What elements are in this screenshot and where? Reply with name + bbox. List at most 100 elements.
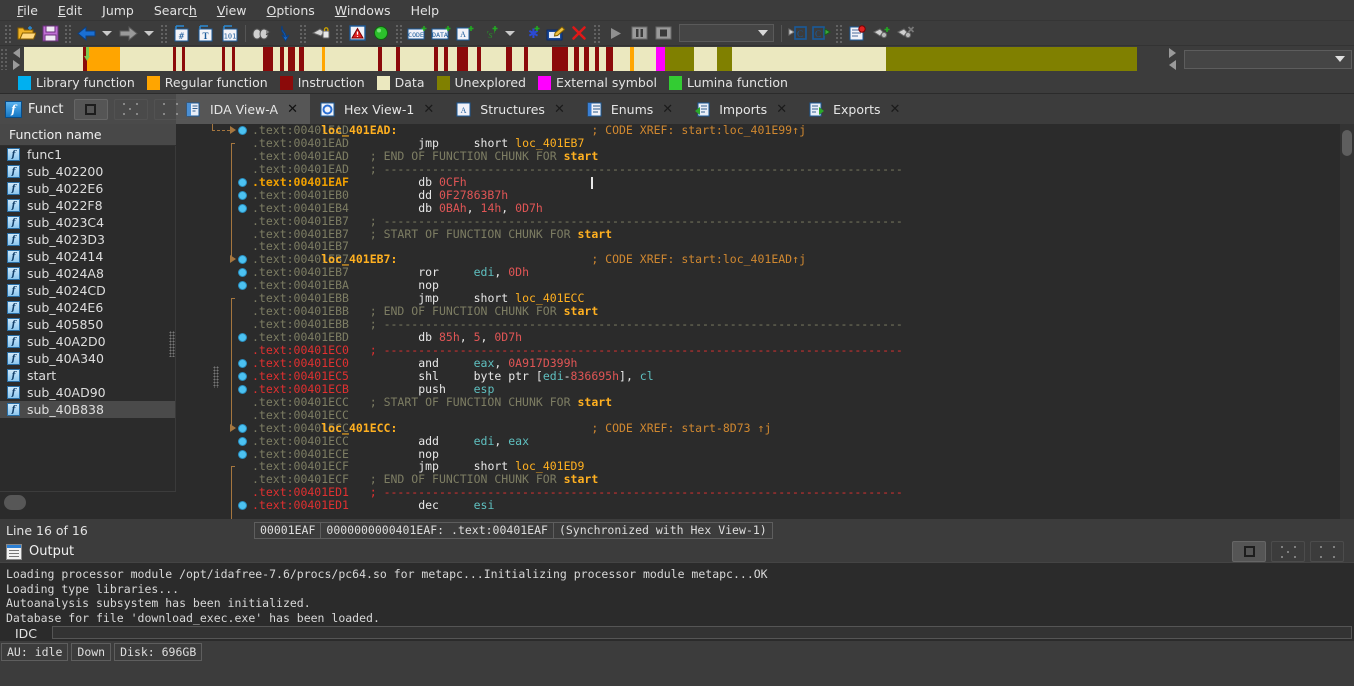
navigate-back-icon[interactable] — [74, 22, 98, 44]
disassembly-grip[interactable] — [213, 365, 219, 388]
breakpoint-marker-icon[interactable] — [238, 281, 247, 291]
green-ball-icon[interactable] — [369, 22, 393, 44]
function-list-item[interactable]: f sub_4022F8 — [0, 197, 175, 214]
navband-scroll-buttons[interactable] — [8, 47, 24, 71]
disassembly-line[interactable]: .text:00401ECC — [252, 408, 1354, 422]
output-panel-close-button[interactable] — [1310, 541, 1344, 562]
function-list-item[interactable]: f sub_40AD90 — [0, 384, 175, 401]
navigate-forward-icon[interactable] — [116, 22, 140, 44]
navigator-band[interactable] — [24, 47, 1164, 71]
disassembly-line[interactable]: .text:00401EAD loc_401EAD:; CODE XREF: st… — [252, 124, 1354, 137]
tab-exports[interactable]: Exports ✕ — [799, 94, 912, 124]
function-list-item[interactable]: f func1 — [0, 146, 175, 163]
make-struct-icon[interactable]: ✱ — [519, 22, 543, 44]
toolbar-grip-8[interactable] — [835, 23, 843, 43]
breakpoint-marker-icon[interactable] — [238, 449, 247, 459]
toolbar-grip-7[interactable] — [593, 23, 601, 43]
disassembly-line[interactable]: .text:00401EAD ; END OF FUNCTION CHUNK FO… — [252, 149, 1354, 163]
tab-imports[interactable]: Imports ✕ — [685, 94, 799, 124]
disassembly-line[interactable]: .text:00401EAD ; ------------------------… — [252, 162, 1354, 176]
function-list-item[interactable]: f sub_405850 — [0, 316, 175, 333]
breakpoint-marker-icon[interactable] — [238, 333, 247, 343]
edit-function-icon[interactable] — [543, 22, 567, 44]
disassembly-line[interactable]: .text:00401ECC ; START OF FUNCTION CHUNK … — [252, 395, 1354, 409]
function-list-item[interactable]: f start — [0, 367, 175, 384]
function-list-item[interactable]: f sub_4023D3 — [0, 231, 175, 248]
toolbar-grip-6[interactable] — [395, 23, 403, 43]
menu-item-windows[interactable]: Windows — [326, 1, 400, 20]
menu-item-search[interactable]: Search — [145, 1, 206, 20]
tab-structures[interactable]: A Structures ✕ — [446, 94, 577, 124]
tab-enums[interactable]: Enums ✕ — [577, 94, 685, 124]
disassembly-line[interactable]: .text:00401ECB push esp — [252, 382, 1354, 396]
breakpoint-marker-icon[interactable] — [238, 203, 247, 213]
scrollbar-thumb[interactable] — [1342, 130, 1352, 156]
save-icon[interactable] — [38, 22, 62, 44]
functions-panel-float-button[interactable] — [113, 98, 148, 120]
menu-item-options[interactable]: Options — [258, 1, 324, 20]
tab-close-icon[interactable]: ✕ — [287, 103, 298, 116]
open-file-icon[interactable] — [14, 22, 38, 44]
pause-icon[interactable] — [627, 22, 651, 44]
jump-to-name-icon[interactable]: T — [194, 22, 218, 44]
toolbar-grip-2[interactable] — [64, 23, 72, 43]
breakpoint-marker-icon[interactable] — [238, 255, 247, 265]
make-code-icon[interactable]: CODE — [405, 22, 429, 44]
function-list-item[interactable]: f sub_4024CD — [0, 282, 175, 299]
make-string-icon[interactable]: 's' — [477, 22, 501, 44]
disassembly-gutter[interactable] — [176, 124, 252, 519]
output-log[interactable]: Loading processor module /opt/idafree-7.… — [0, 562, 1354, 625]
tab-close-icon[interactable]: ✕ — [554, 103, 565, 116]
forward-history-dropdown-icon[interactable] — [144, 30, 154, 36]
tab-close-icon[interactable]: ✕ — [776, 103, 787, 116]
function-list-item[interactable]: f sub_40A2D0 — [0, 333, 175, 350]
disassembly-vertical-scrollbar[interactable] — [1340, 124, 1354, 519]
breakpoint-marker-icon[interactable] — [238, 177, 247, 187]
breakpoint-marker-icon[interactable] — [238, 190, 247, 200]
disassembly-line[interactable]: .text:00401EC5 shl byte ptr [edi -836695h],… — [252, 369, 1354, 383]
breakpoint-list-icon[interactable] — [845, 22, 869, 44]
navband-zoom-combo[interactable] — [1184, 49, 1352, 69]
disassembly-line[interactable]: .text:00401ED1 dec esi — [252, 499, 1354, 512]
disassembly-line[interactable]: .text:00401EB4 db 0BAh, 14h, 0D7h — [252, 201, 1354, 215]
disassembly-line[interactable]: .text:00401EB7; START OF FUNCTION CHUNK … — [252, 227, 1354, 241]
menu-item-file[interactable]: File — [8, 1, 47, 20]
tab-close-icon[interactable]: ✕ — [423, 103, 434, 116]
string-type-dropdown-icon[interactable] — [505, 30, 515, 36]
toolbar-grip-5[interactable] — [335, 23, 343, 43]
make-array-icon[interactable]: A — [453, 22, 477, 44]
play-icon[interactable] — [603, 22, 627, 44]
disassembly-line[interactable]: .text:00401EAF db 0CFh — [252, 175, 1354, 189]
functions-list[interactable]: f func1 f sub_402200 f sub_4022E6 f sub_4022F8 f… — [0, 146, 176, 491]
functions-hscrollbar[interactable] — [4, 495, 26, 510]
navband-scroll-left-icon[interactable] — [12, 48, 20, 58]
functions-column-header[interactable]: Function name — [0, 124, 176, 146]
function-list-item[interactable]: f sub_402414 — [0, 248, 175, 265]
tab-hex-view-1[interactable]: Hex View-1 ✕ — [310, 94, 446, 124]
breakpoint-marker-icon[interactable] — [238, 268, 247, 278]
tab-close-icon[interactable]: ✕ — [662, 103, 673, 116]
breakpoint-marker-icon[interactable] — [238, 423, 247, 433]
debugger-selector-combo[interactable] — [679, 24, 774, 42]
menu-item-view[interactable]: View — [208, 1, 256, 20]
disassembly-line[interactable]: .text:00401EC0 and eax, 0A917D399h — [252, 356, 1354, 370]
idc-input[interactable] — [52, 626, 1352, 639]
menu-item-jump[interactable]: Jump — [93, 1, 143, 20]
breakpoint-marker-icon[interactable] — [238, 358, 247, 368]
function-list-item[interactable]: f sub_4023C4 — [0, 214, 175, 231]
function-list-item[interactable]: f sub_4024E6 — [0, 299, 175, 316]
step-over-icon[interactable]: C — [809, 22, 833, 44]
navband-page-right-icon[interactable] — [1168, 48, 1176, 58]
add-breakpoint-icon[interactable] — [869, 22, 893, 44]
output-panel-restore-button[interactable] — [1232, 541, 1266, 562]
menu-item-help[interactable]: Help — [402, 1, 449, 20]
function-list-item[interactable]: f sub_402200 — [0, 163, 175, 180]
functions-list-grip[interactable] — [169, 331, 175, 357]
step-into-icon[interactable]: C — [785, 22, 809, 44]
binoculars-icon[interactable] — [249, 22, 273, 44]
breakpoint-marker-icon[interactable] — [238, 126, 247, 135]
disassembly-line[interactable]: .text:00401EC0 ; ------------------------… — [252, 344, 1354, 357]
undefine-icon[interactable] — [567, 22, 591, 44]
jump-to-address-icon[interactable]: # — [170, 22, 194, 44]
key-lock-icon[interactable] — [309, 22, 333, 44]
